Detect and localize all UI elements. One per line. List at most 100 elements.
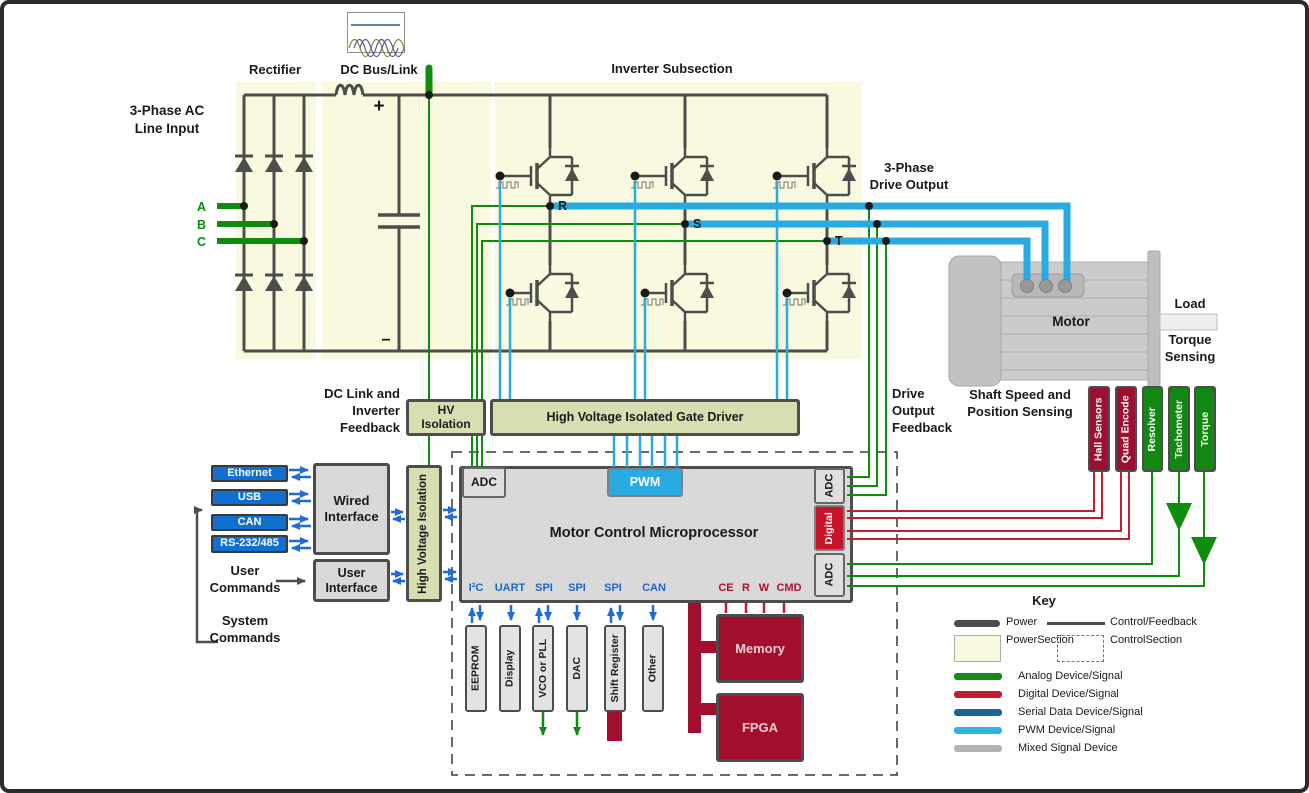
sensor-quad-encode: Quad Encode: [1115, 386, 1137, 472]
dc-minus-label: −: [376, 331, 396, 352]
key-control-feedback-swatch: [1047, 622, 1105, 625]
fpga-block: FPGA: [716, 693, 804, 762]
ac-phase-inputs: [217, 206, 304, 241]
key-digital-label: Digital Device/Signal: [1018, 688, 1188, 702]
tachometer-buffer-amp: [1166, 503, 1192, 531]
memory-label: Memory: [735, 641, 785, 657]
key-power-section-label: PowerSection: [1006, 634, 1054, 648]
gate-driver-label: High Voltage Isolated Gate Driver: [546, 410, 743, 425]
key-power-swatch: [954, 620, 1000, 627]
sensor-resolver-label: Resolver: [1146, 407, 1159, 451]
user-interface-block: User Interface: [313, 559, 390, 602]
motor-control-block-diagram: Ethernet USB CAN RS-232/485 Wired Interf…: [0, 0, 1309, 793]
fpga-label: FPGA: [742, 720, 778, 736]
peripheral-display-label: Display: [504, 650, 517, 687]
shift-register-output-stub: [607, 712, 622, 741]
pin-ce: CE: [714, 581, 738, 595]
peripheral-eeprom: EEPROM: [465, 625, 487, 712]
phase-a-label: A: [188, 199, 206, 215]
node-t-label: T: [835, 233, 853, 249]
key-pwm-label: PWM Device/Signal: [1018, 724, 1188, 738]
ac-line-input-label: 3-Phase ACLine Input: [92, 102, 242, 137]
adc-dclink-block: ADC: [462, 467, 506, 498]
key-control-section-swatch: [1057, 635, 1104, 662]
memory-control-lines: [726, 603, 784, 613]
key-title: Key: [1022, 593, 1066, 610]
port-ethernet-label: Ethernet: [227, 467, 272, 480]
pwm-label: PWM: [630, 475, 661, 490]
gate-driver-block: High Voltage Isolated Gate Driver: [490, 399, 800, 436]
pin-can: CAN: [639, 581, 669, 595]
pin-spi-3: SPI: [600, 581, 626, 595]
drive-output-feedback-label: DriveOutputFeedback: [892, 386, 984, 437]
peripheral-dac: DAC: [566, 625, 588, 712]
adc-drive-feedback-label: ADC: [823, 474, 836, 498]
wired-interface-block: Wired Interface: [313, 463, 390, 555]
sensor-quad-encode-label: Quad Encode: [1120, 395, 1133, 463]
dc-bus-label: DC Bus/Link: [332, 62, 426, 79]
adc-sensor-block: ADC: [814, 553, 845, 597]
hv-tall-line2: Isolation: [417, 474, 429, 521]
user-interface-line2: Interface: [325, 581, 377, 596]
user-commands-label: UserCommands: [202, 563, 288, 597]
key-analog-label: Analog Device/Signal: [1018, 670, 1188, 684]
adc-dclink-label: ADC: [471, 475, 497, 489]
peripheral-vco-pll-label: VCO or PLL: [537, 639, 550, 698]
hv-isolation-line2: Isolation: [421, 418, 470, 432]
wired-interface-line1: Wired: [334, 493, 370, 509]
pin-w: W: [756, 581, 772, 595]
hv-isolation-line1: HV: [438, 404, 455, 418]
digital-input-label: Digital: [823, 512, 836, 544]
pin-i2c: I²C: [462, 581, 490, 595]
port-usb-label: USB: [238, 491, 261, 504]
port-usb: USB: [211, 489, 288, 506]
inverter-subsection-label: Inverter Subsection: [596, 61, 748, 78]
key-analog-swatch: [954, 673, 1002, 680]
key-digital-swatch: [954, 691, 1002, 698]
sensor-tachometer: Tachometer: [1168, 386, 1190, 472]
motor-terminals: [1021, 280, 1072, 293]
torque-buffer-amp: [1191, 537, 1217, 565]
key-control-feedback-label: Control/Feedback: [1110, 616, 1216, 630]
motor-label: Motor: [1042, 313, 1100, 331]
port-rs232-485-label: RS-232/485: [220, 537, 279, 550]
port-can-label: CAN: [238, 516, 262, 529]
system-commands-label: SystemCommands: [202, 613, 288, 647]
load-label: Load: [1164, 296, 1216, 313]
port-can: CAN: [211, 514, 288, 531]
key-pwm-swatch: [954, 727, 1002, 734]
hv-tall-line1: High Voltage: [417, 524, 429, 593]
mcu-title: Motor Control Microprocessor: [499, 524, 809, 543]
peripheral-shift-register: Shift Register: [604, 625, 626, 712]
sensor-hall: Hall Sensors: [1088, 386, 1110, 472]
dc-link-feedback-label: DC Link andInverterFeedback: [298, 386, 400, 437]
sensor-resolver: Resolver: [1142, 386, 1163, 472]
key-mixed-label: Mixed Signal Device: [1018, 742, 1188, 756]
user-interface-line1: User: [338, 566, 366, 581]
node-r-label: R: [558, 198, 576, 214]
key-power-section-swatch: [954, 635, 1001, 662]
digital-input-block: Digital: [814, 505, 845, 551]
peripheral-vco-pll: VCO or PLL: [532, 625, 554, 712]
port-rs232-485: RS-232/485: [211, 535, 288, 553]
sensor-hall-label: Hall Sensors: [1093, 397, 1106, 461]
dc-link-capacitor: [378, 215, 420, 227]
wired-interface-line2: Interface: [324, 509, 378, 525]
dc-link-inductor: [336, 85, 363, 95]
peripheral-other: Other: [642, 625, 664, 712]
key-control-section-label: ControlSection: [1110, 634, 1162, 648]
peripheral-display: Display: [499, 625, 521, 712]
pin-uart: UART: [492, 581, 528, 595]
power-rails: [244, 85, 827, 351]
memory-block: Memory: [716, 614, 804, 683]
peripheral-other-label: Other: [647, 654, 660, 682]
peripheral-shift-register-label: Shift Register: [609, 634, 622, 702]
pin-spi-2: SPI: [564, 581, 590, 595]
key-power-label: Power: [1006, 616, 1048, 630]
high-voltage-isolation-block: High Voltage Isolation: [406, 465, 442, 602]
pin-r: R: [738, 581, 754, 595]
phase-b-label: B: [188, 217, 206, 233]
pwm-block: PWM: [607, 468, 683, 497]
pin-spi-1: SPI: [531, 581, 557, 595]
pin-cmd: CMD: [773, 581, 805, 595]
